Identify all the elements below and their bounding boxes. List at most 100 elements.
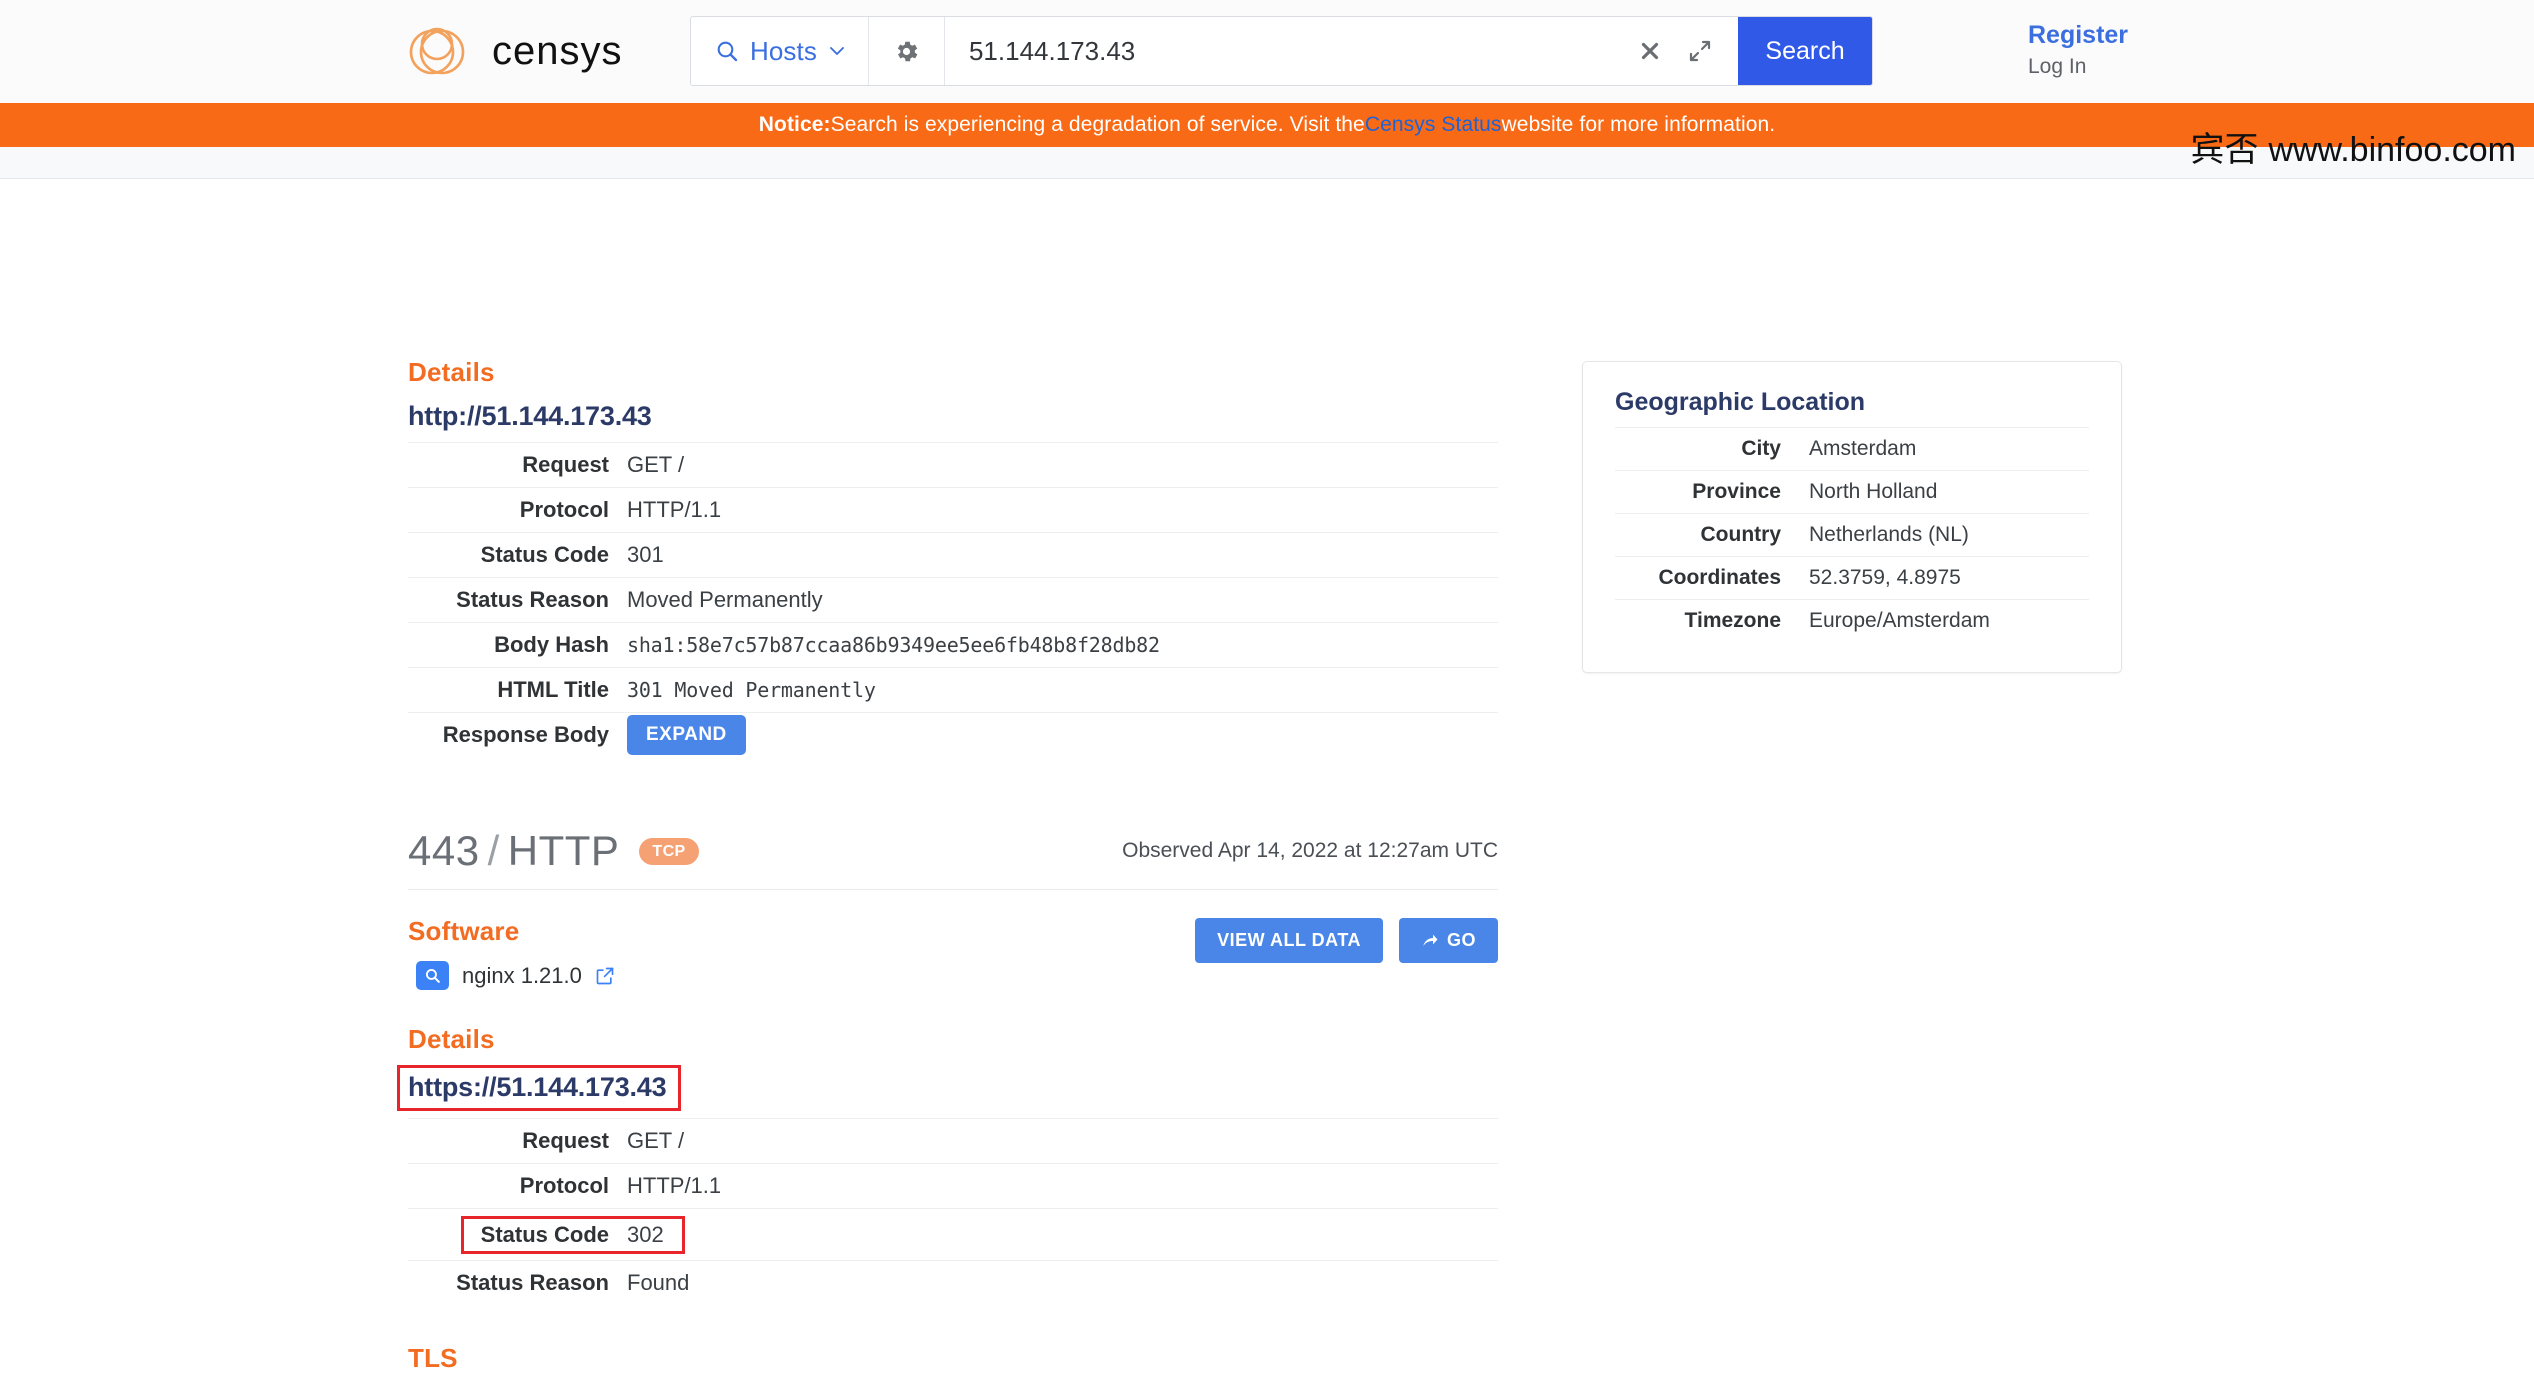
- service-notice-banner: Notice: Search is experiencing a degrada…: [0, 103, 2534, 147]
- search-submit-button[interactable]: Search: [1738, 17, 1872, 85]
- table-row: Province North Holland: [1615, 470, 2089, 513]
- auth-links: Register Log In: [2028, 18, 2128, 82]
- expand-arrows-icon: [1689, 40, 1711, 62]
- row-value: 301: [627, 542, 664, 567]
- row-value: Netherlands (NL): [1809, 523, 1969, 546]
- close-x-icon: [1641, 42, 1659, 60]
- row-value: sha1:58e7c57b87ccaa86b9349ee5ee6fb48b8f2…: [627, 633, 1160, 657]
- chevron-down-icon: [830, 47, 844, 55]
- https-url-link-highlighted[interactable]: https://51.144.173.43: [396, 1065, 682, 1111]
- https-details-heading: Details: [408, 1024, 495, 1054]
- row-key: Status Code: [480, 542, 609, 567]
- table-row: Response Body EXPAND: [408, 712, 1498, 757]
- table-row: City Amsterdam: [1615, 427, 2089, 470]
- geographic-location-card: Geographic Location City Amsterdam Provi…: [1582, 361, 2122, 673]
- row-value: Europe/Amsterdam: [1809, 609, 1990, 632]
- row-key: Coordinates: [1658, 566, 1781, 589]
- search-input[interactable]: [944, 17, 1638, 85]
- watermark-url: www.binfoo.com: [2268, 131, 2516, 169]
- http-url-link[interactable]: http://51.144.173.43: [408, 401, 652, 432]
- app-header: censys Hosts 51.144.173.43 Search Regist…: [0, 0, 2534, 103]
- geo-card-title: Geographic Location: [1615, 388, 1866, 416]
- row-key: Response Body: [442, 722, 609, 747]
- row-value: 302: [627, 1221, 664, 1247]
- go-button[interactable]: GO: [1398, 918, 1498, 963]
- expand-search-icon[interactable]: [1688, 39, 1712, 63]
- table-row: Status Reason Moved Permanently: [408, 577, 1498, 622]
- table-row: Protocol HTTP/1.1: [408, 1163, 1498, 1208]
- view-all-data-button[interactable]: VIEW ALL DATA: [1195, 918, 1383, 963]
- login-link[interactable]: Log In: [2028, 52, 2128, 82]
- row-value: HTTP/1.1: [627, 497, 722, 522]
- tls-heading: TLS: [408, 1343, 458, 1373]
- table-row: Status Reason Found: [408, 1260, 1498, 1305]
- table-row-status-code: Status Code 302: [408, 1208, 1498, 1260]
- port-action-buttons: VIEW ALL DATA GO: [1195, 918, 1498, 963]
- port-protocol: HTTP: [507, 827, 620, 874]
- port-number: 443: [408, 827, 480, 874]
- row-value: GET /: [627, 452, 685, 477]
- table-row: Protocol HTTP/1.1: [408, 487, 1498, 532]
- row-key: Status Code: [480, 1221, 609, 1247]
- expand-response-body-button[interactable]: EXPAND: [627, 715, 746, 755]
- row-value: Moved Permanently: [627, 587, 823, 612]
- search-magnifier-icon: [425, 968, 440, 983]
- gear-icon: [897, 41, 918, 61]
- censys-logo-wordmark: censys: [492, 30, 622, 73]
- software-search-button[interactable]: [416, 961, 449, 990]
- row-value: Amsterdam: [1809, 437, 1917, 460]
- port-separator: /: [487, 827, 500, 874]
- table-row: Request GET /: [408, 1118, 1498, 1163]
- status-code-highlight: Status Code 302: [461, 1215, 685, 1254]
- external-link-icon: [596, 967, 614, 984]
- status-badge: TCP: [639, 837, 699, 865]
- table-row: Request GET /: [408, 442, 1498, 487]
- tls-section: TLS Handshake Version Selected TLSv1_2 C…: [408, 1343, 1588, 1376]
- row-key: Protocol: [519, 1173, 609, 1198]
- row-key: Province: [1692, 480, 1781, 503]
- geo-table: City Amsterdam Province North Holland Co…: [1615, 427, 2089, 642]
- censys-status-link[interactable]: Censys Status: [1365, 113, 1502, 137]
- notice-text-before: Search is experiencing a degradation of …: [830, 113, 1365, 136]
- row-key: Body Hash: [494, 632, 609, 657]
- table-row: Body Hash sha1:58e7c57b87ccaa86b9349ee5e…: [408, 622, 1498, 667]
- go-button-label: GO: [1446, 930, 1476, 950]
- software-external-link[interactable]: [595, 966, 615, 986]
- row-key: Status Reason: [456, 1270, 609, 1295]
- table-row: Coordinates 52.3759, 4.8975: [1615, 556, 2089, 599]
- row-key: HTML Title: [497, 677, 609, 702]
- censys-logo[interactable]: censys: [408, 18, 702, 86]
- watermark: 宾否 www.binfoo.com: [2190, 122, 2516, 171]
- row-key: Request: [522, 452, 609, 477]
- search-scope-label: Hosts: [750, 35, 817, 66]
- http-details-heading: Details: [408, 357, 495, 387]
- row-value: 301 Moved Permanently: [627, 678, 876, 702]
- table-row: Country Netherlands (NL): [1615, 513, 2089, 556]
- software-block: Software nginx 1.21.0 VIEW ALL DATA GO: [408, 916, 1498, 990]
- main-content: Details http://51.144.173.43 Request GET…: [396, 357, 1588, 1376]
- arrow-share-icon: [1423, 934, 1438, 946]
- register-link[interactable]: Register: [2028, 18, 2128, 52]
- search-scope-selector[interactable]: Hosts: [691, 17, 869, 85]
- software-heading: Software: [408, 916, 520, 946]
- row-key: Status Reason: [456, 587, 609, 612]
- row-key: Timezone: [1684, 609, 1781, 632]
- row-key: Request: [522, 1128, 609, 1153]
- row-value: 52.3759, 4.8975: [1809, 566, 1961, 589]
- row-value: North Holland: [1809, 480, 1938, 503]
- notice-prefix: Notice:: [758, 113, 831, 136]
- row-key: Country: [1700, 523, 1782, 546]
- watermark-cn: 宾否: [2190, 130, 2259, 170]
- row-value: HTTP/1.1: [627, 1173, 722, 1198]
- software-name: nginx 1.21.0: [462, 962, 582, 988]
- row-key: Protocol: [519, 497, 609, 522]
- http-details-table: Request GET / Protocol HTTP/1.1 Status C…: [408, 442, 1498, 757]
- sub-header-bar: [0, 147, 2534, 179]
- search-settings-button[interactable]: [869, 17, 945, 85]
- https-details-section: Details https://51.144.173.43 Request GE…: [396, 1024, 1588, 1305]
- clear-search-icon[interactable]: [1638, 39, 1662, 63]
- observed-timestamp: Observed Apr 14, 2022 at 12:27am UTC: [1122, 839, 1498, 862]
- censys-logo-mark: [409, 27, 465, 75]
- row-value: Found: [627, 1270, 690, 1295]
- port-443-section: 443 / HTTP TCP Observed Apr 14, 2022 at …: [396, 827, 1588, 1376]
